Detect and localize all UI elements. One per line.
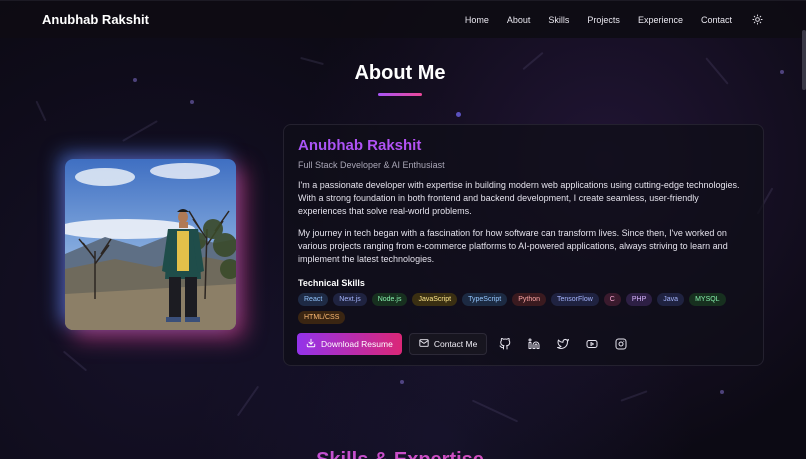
about-subtitle: Full Stack Developer & AI Enthusiast (298, 160, 445, 170)
nav-link-home[interactable]: Home (465, 15, 489, 25)
sun-icon[interactable] (750, 13, 764, 27)
skill-tag: Next.js (333, 293, 367, 306)
skill-tag: Java (657, 293, 685, 306)
mail-icon (419, 338, 429, 350)
skill-tag: MYSQL (689, 293, 726, 306)
skill-tag: TypeScript (462, 293, 508, 306)
contact-me-label: Contact Me (433, 339, 478, 349)
nav-link-experience[interactable]: Experience (638, 15, 683, 25)
about-card: Anubhab Rakshit Full Stack Developer & A… (283, 124, 764, 366)
twitter-icon[interactable] (552, 333, 574, 355)
page-scrollbar[interactable] (802, 30, 806, 90)
instagram-icon[interactable] (610, 333, 632, 355)
download-resume-button[interactable]: Download Resume (297, 333, 402, 355)
linkedin-icon[interactable] (523, 333, 545, 355)
download-icon (306, 338, 316, 350)
nav-links: Home About Skills Projects Experience Co… (465, 13, 764, 27)
github-icon[interactable] (494, 333, 516, 355)
nav-link-projects[interactable]: Projects (587, 15, 620, 25)
youtube-icon[interactable] (581, 333, 603, 355)
skill-tag: PHP (625, 293, 653, 306)
nav-link-about[interactable]: About (507, 15, 531, 25)
nav-link-skills[interactable]: Skills (548, 15, 569, 25)
profile-photo (65, 159, 236, 330)
download-resume-label: Download Resume (321, 339, 393, 349)
skill-tag: HTML/CSS (298, 311, 346, 324)
about-paragraph-2: My journey in tech began with a fascinat… (298, 228, 728, 264)
title-underline (378, 93, 422, 96)
nav-link-contact[interactable]: Contact (701, 15, 732, 25)
skills-section-title: Skills & Expertise (0, 449, 800, 459)
skill-tag: TensorFlow (551, 293, 599, 306)
brand-logo[interactable]: Anubhab Rakshit (42, 12, 149, 27)
about-actions: Download Resume Contact Me (297, 333, 632, 355)
about-paragraph-1: I'm a passionate developer with expertis… (298, 180, 740, 216)
about-name: Anubhab Rakshit (298, 137, 749, 154)
skills-list: React Next.js Node.js JavaScript TypeScript P… (298, 293, 738, 324)
skills-heading: Technical Skills (298, 278, 365, 288)
skill-tag: Python (512, 293, 546, 306)
contact-me-button[interactable]: Contact Me (408, 333, 488, 355)
about-section-title: About Me (354, 62, 446, 84)
skill-tag: React (298, 293, 329, 306)
navbar: Anubhab Rakshit Home About Skills Projec… (0, 0, 806, 38)
skill-tag: C (603, 293, 621, 306)
skill-tag: Node.js (371, 293, 408, 306)
skill-tag: JavaScript (412, 293, 458, 306)
